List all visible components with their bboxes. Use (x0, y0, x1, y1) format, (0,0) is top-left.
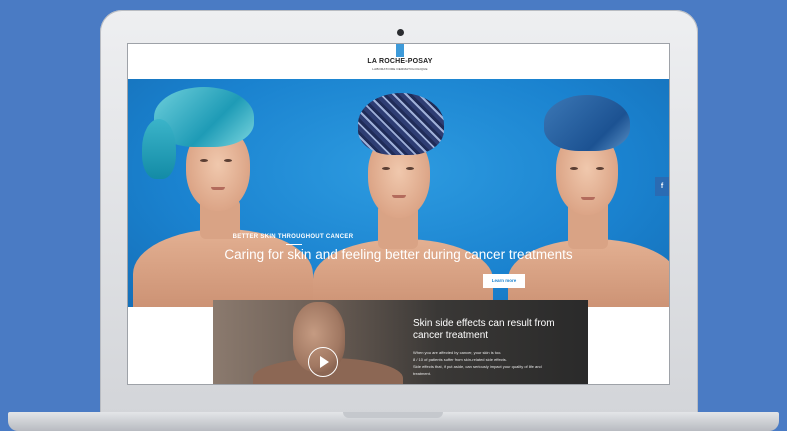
hero-person-3-scarf (544, 95, 630, 151)
hero-person-1-mouth (211, 187, 225, 190)
hero-person-3-eye (570, 167, 578, 170)
video-title: Skin side effects can result from cancer… (413, 318, 555, 341)
play-icon[interactable] (308, 347, 338, 377)
hero-kicker: BETTER SKIN THROUGHOUT CANCER (232, 234, 354, 240)
logo-mark (396, 44, 404, 57)
video-text-line: treatment. (413, 371, 432, 376)
laptop-notch (343, 412, 443, 418)
logo-subtitle: LABORATOIRE DERMATOLOGIQUE (372, 67, 428, 71)
hero-person-2-eye (382, 167, 390, 170)
brand-logo[interactable]: LA ROCHE-POSAY LABORATOIRE DERMATOLOGIQU… (365, 44, 435, 79)
video-section: Skin side effects can result from cancer… (213, 300, 588, 384)
hero-divider (286, 244, 302, 245)
hero-person-1-scarf-tail (142, 119, 176, 179)
video-text-line: Side effects that, if put aside, can ser… (413, 364, 542, 369)
hero-person-2-mouth (392, 195, 406, 198)
site-header: LA ROCHE-POSAY LABORATOIRE DERMATOLOGIQU… (128, 44, 669, 79)
hero-person-1-eye (200, 159, 208, 162)
video-text-line: When you are affected by cancer, your sk… (413, 350, 502, 355)
play-triangle (320, 356, 329, 368)
logo-name: LA ROCHE-POSAY (367, 58, 433, 65)
hero-title: Caring for skin and feeling better durin… (224, 247, 573, 262)
hero-person-2-eye (406, 167, 414, 170)
hero-person-1-eye (224, 159, 232, 162)
video-text-line: 8 / 10 of patients suffer from skin-rela… (413, 357, 507, 362)
learn-more-button[interactable]: Learn more (483, 274, 525, 288)
facebook-icon[interactable]: f (655, 177, 669, 196)
hero-person-3-mouth (581, 197, 595, 200)
hero-person-1 (133, 229, 313, 307)
camera-dot (397, 29, 404, 36)
browser-screen: LA ROCHE-POSAY LABORATOIRE DERMATOLOGIQU… (128, 44, 669, 384)
hero-person-3-eye (596, 167, 604, 170)
hero-banner: BETTER SKIN THROUGHOUT CANCER Caring for… (128, 79, 669, 307)
hero-person-2-scarf (358, 93, 444, 155)
